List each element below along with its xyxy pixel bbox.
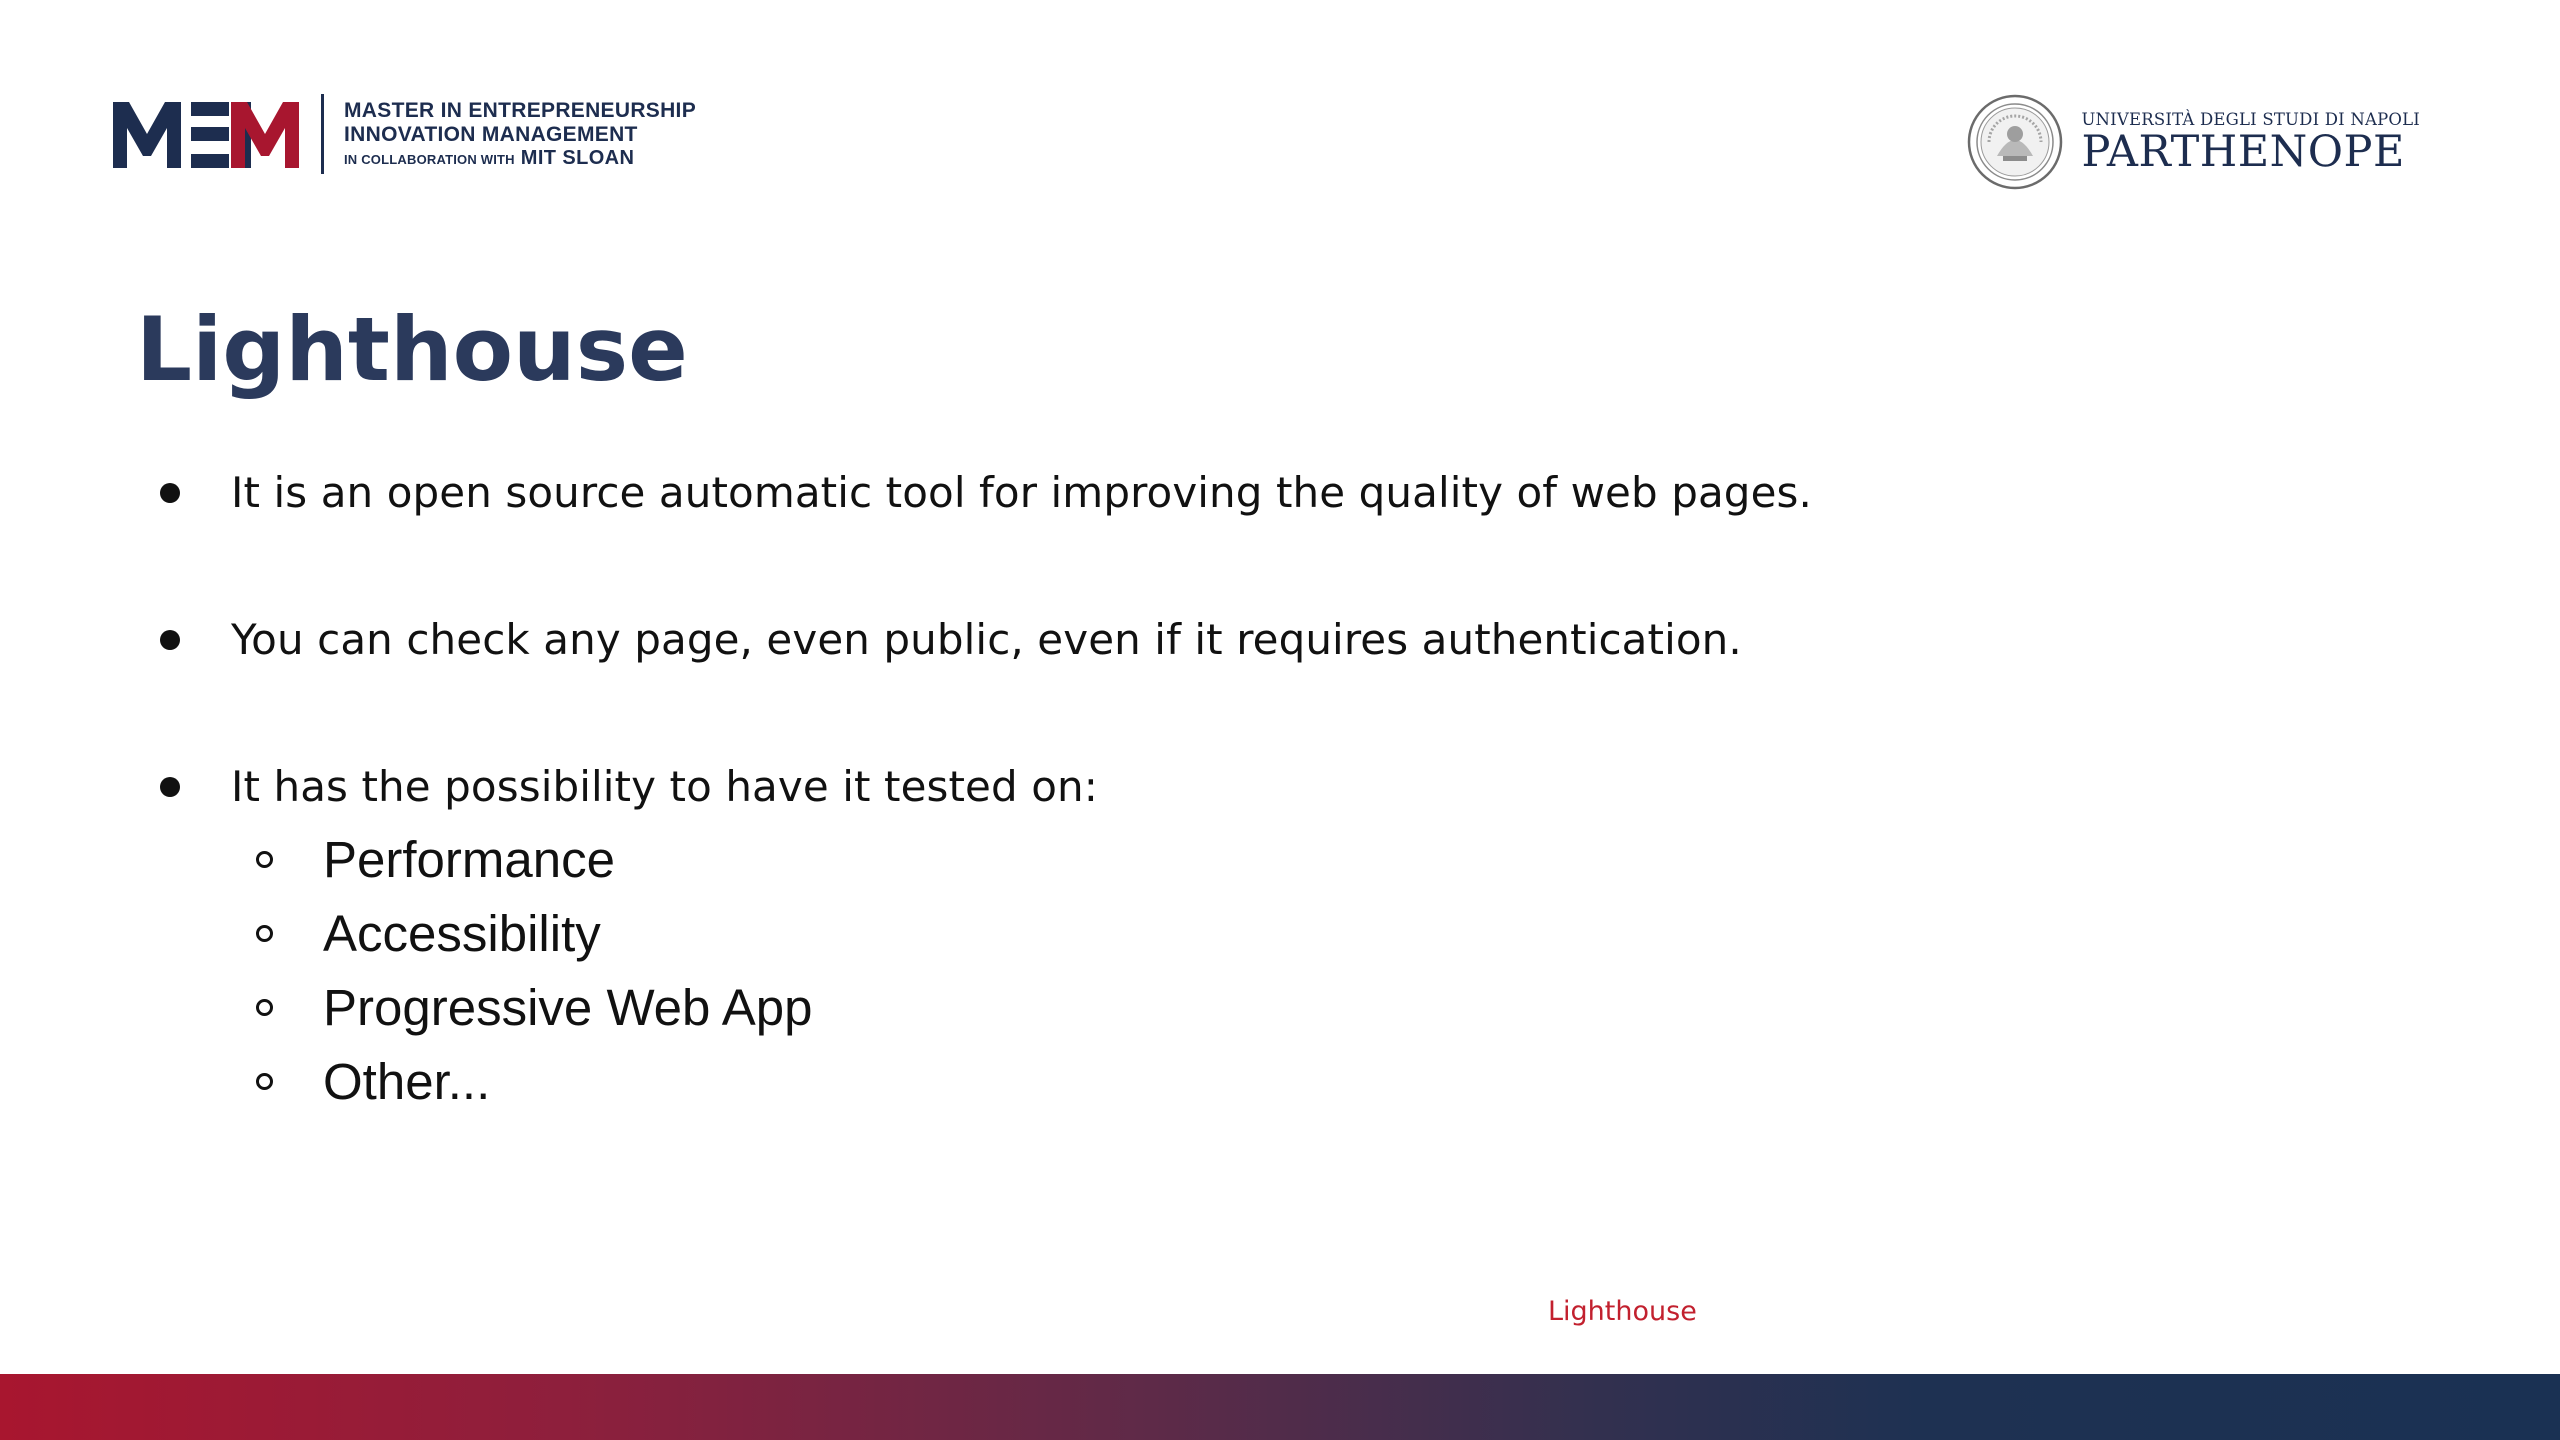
circle-bullet-icon bbox=[256, 1073, 273, 1090]
sub-item: Performance bbox=[256, 830, 615, 889]
sub-item-text: Other... bbox=[323, 1053, 491, 1110]
bullet-item: It is an open source automatic tool for … bbox=[160, 468, 1812, 517]
bullet-text: You can check any page, even public, eve… bbox=[231, 615, 1742, 664]
meim-tagline: MASTER IN ENTREPRENEURSHIP INNOVATION MA… bbox=[344, 100, 696, 168]
sub-item-text: Performance bbox=[323, 831, 615, 888]
bullet-dot-icon bbox=[160, 482, 180, 503]
university-logo: UNIVERSITÀ DEGLI STUDI DI NAPOLI PARTHEN… bbox=[1967, 92, 2420, 192]
logo-divider bbox=[321, 94, 324, 174]
university-seal-icon bbox=[1968, 94, 2063, 190]
meim-line3: IN COLLABORATION WITH MIT SLOAN bbox=[344, 148, 696, 168]
circle-bullet-icon bbox=[256, 999, 273, 1016]
meim-collab-text: IN COLLABORATION WITH bbox=[344, 152, 515, 167]
university-title: PARTHENOPE bbox=[2081, 127, 2405, 177]
sub-item-text: Accessibility bbox=[323, 905, 601, 962]
circle-bullet-icon bbox=[256, 851, 273, 868]
meim-line1: MASTER IN ENTREPRENEURSHIP bbox=[344, 99, 697, 122]
bullet-text: It has the possibility to have it tested… bbox=[231, 762, 1098, 811]
bullet-item: You can check any page, even public, eve… bbox=[160, 615, 1742, 664]
bullet-dot-icon bbox=[160, 629, 180, 650]
circle-bullet-icon bbox=[256, 925, 273, 942]
meim-mit-sloan: MIT SLOAN bbox=[520, 147, 635, 169]
bullet-dot-icon bbox=[160, 776, 180, 797]
sub-item: Progressive Web App bbox=[256, 978, 812, 1037]
sub-item: Other... bbox=[256, 1052, 490, 1111]
bullet-item: It has the possibility to have it tested… bbox=[160, 762, 1098, 811]
meim-logo: MASTER IN ENTREPRENEURSHIP INNOVATION MA… bbox=[113, 93, 696, 175]
sub-item-text: Progressive Web App bbox=[323, 979, 813, 1036]
university-name: UNIVERSITÀ DEGLI STUDI DI NAPOLI PARTHEN… bbox=[2081, 110, 2420, 174]
slide-title: Lighthouse bbox=[136, 298, 688, 401]
footer-label: Lighthouse bbox=[1548, 1296, 1697, 1327]
meim-wordmark-icon bbox=[113, 102, 299, 168]
meim-line2: INNOVATION MANAGEMENT bbox=[344, 123, 638, 146]
bullet-text: It is an open source automatic tool for … bbox=[231, 468, 1812, 517]
footer-gradient-bar bbox=[0, 1374, 2560, 1440]
sub-item: Accessibility bbox=[256, 904, 601, 963]
